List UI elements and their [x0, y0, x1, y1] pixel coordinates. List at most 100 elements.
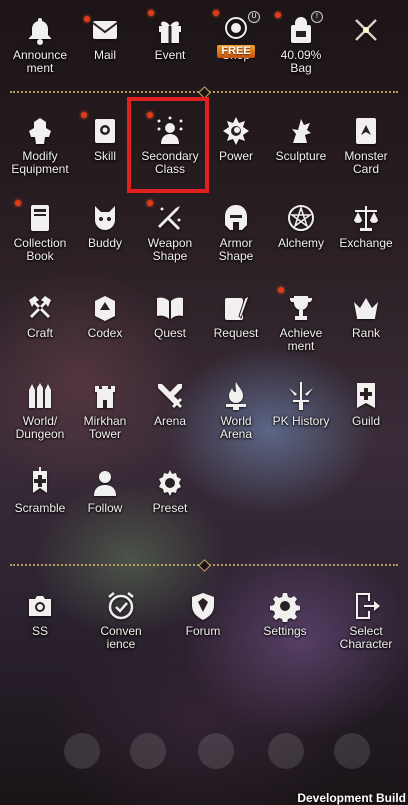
menu-item-label: Armor Shape	[218, 236, 254, 263]
menu-item-close[interactable]	[330, 14, 402, 49]
guild-banner-icon	[350, 380, 382, 412]
menu-item-request[interactable]: Request	[200, 292, 272, 340]
menu-item-label: Forum	[185, 624, 221, 638]
notification-dot	[213, 10, 219, 16]
menu-item-ss[interactable]: SS	[4, 590, 76, 638]
quickslot-ghost	[198, 733, 234, 769]
alarm-clock-icon	[105, 590, 137, 622]
menu-item-buddy[interactable]: Buddy	[69, 202, 141, 250]
menu-item-label: World Arena	[219, 414, 253, 441]
shop-icon	[220, 14, 252, 46]
hammers-icon	[24, 292, 56, 324]
monster-card-icon	[350, 115, 382, 147]
menu-item-40-09-bag[interactable]: 40.09% Bag	[265, 14, 337, 75]
menu-item-codex[interactable]: Codex	[69, 292, 141, 340]
menu-item-announce-ment[interactable]: Announce ment	[4, 14, 76, 75]
menu-item-guild[interactable]: Guild	[330, 380, 402, 428]
menu-item-label: Mirkhan Tower	[83, 414, 127, 441]
gift-icon	[154, 14, 186, 46]
menu-item-craft[interactable]: Craft	[4, 292, 76, 340]
bag-capacity-label: 40.09% Bag	[280, 48, 322, 75]
swords-sparkle-icon	[154, 202, 186, 234]
menu-item-weapon-shape[interactable]: Weapon Shape	[134, 202, 206, 263]
menu-item-power[interactable]: Power	[200, 115, 272, 163]
menu-item-follow[interactable]: Follow	[69, 467, 141, 515]
menu-item-label: Buddy	[87, 236, 123, 250]
notification-dot	[148, 10, 154, 16]
quickslot-ghost	[130, 733, 166, 769]
menu-item-settings[interactable]: Settings	[249, 590, 321, 638]
menu-item-label: Scramble	[14, 501, 66, 515]
flame-brazier-icon	[220, 380, 252, 412]
menu-item-label: Quest	[153, 326, 186, 340]
menu-item-label: Craft	[26, 326, 53, 340]
menu-item-label: Request	[213, 326, 259, 340]
menu-item-alchemy[interactable]: Alchemy	[265, 202, 337, 250]
menu-item-event[interactable]: Event	[134, 14, 206, 62]
selection-highlight	[127, 97, 209, 193]
exit-door-icon	[350, 590, 382, 622]
menu-item-monster-card[interactable]: Monster Card	[330, 115, 402, 176]
menu-item-label: Power	[218, 149, 253, 163]
menu-item-world-dungeon[interactable]: World/ Dungeon	[4, 380, 76, 441]
quickslot-ghost	[334, 733, 370, 769]
menu-item-label: Event	[154, 48, 186, 62]
power-icon	[220, 115, 252, 147]
menu-item-forum[interactable]: Forum	[167, 590, 239, 638]
menu-item-quest[interactable]: Quest	[134, 292, 206, 340]
open-book-icon	[154, 292, 186, 324]
menu-item-label: Arena	[153, 414, 187, 428]
user-add-icon	[89, 467, 121, 499]
menu-item-label: Guild	[351, 414, 380, 428]
menu-item-world-arena[interactable]: World Arena	[200, 380, 272, 441]
codex-icon	[89, 292, 121, 324]
quickslot-ghost	[268, 733, 304, 769]
menu-item-modify-equipment[interactable]: Modify Equipment	[4, 115, 76, 176]
menu-item-pk-history[interactable]: PK History	[265, 380, 337, 428]
menu-item-armor-shape[interactable]: Armor Shape	[200, 202, 272, 263]
menu-item-achieve-ment[interactable]: Achieve ment	[265, 292, 337, 353]
menu-item-select-character[interactable]: Select Character	[330, 590, 402, 651]
menu-item-label: Mail	[93, 48, 116, 62]
trophy-icon	[285, 292, 317, 324]
menu-item-label: Preset	[152, 501, 188, 515]
menu-item-preset[interactable]: Preset	[134, 467, 206, 515]
notification-dot	[15, 200, 21, 206]
scales-icon	[350, 202, 382, 234]
menu-item-label: Modify Equipment	[11, 149, 69, 176]
menu-item-conven-ience[interactable]: Conven ience	[85, 590, 157, 651]
menu-item-collection-book[interactable]: Collection Book	[4, 202, 76, 263]
shield-crest-icon	[187, 590, 219, 622]
menu-item-sculpture[interactable]: Sculpture	[265, 115, 337, 163]
menu-item-label: SS	[31, 624, 48, 638]
menu-item-label: Settings	[263, 624, 307, 638]
gear-icon	[269, 590, 301, 622]
notification-dot	[81, 112, 87, 118]
menu-item-rank[interactable]: Rank	[330, 292, 402, 340]
menu-item-label: Collection Book	[13, 236, 67, 263]
pentagram-icon	[285, 202, 317, 234]
cat-icon	[89, 202, 121, 234]
menu-item-scramble[interactable]: Scramble	[4, 467, 76, 515]
menu-item-label: Conven ience	[100, 624, 142, 651]
menu-item-label: World/ Dungeon	[15, 414, 65, 441]
menu-item-label: Announce ment	[12, 48, 68, 75]
status-badge: U	[248, 11, 260, 23]
status-badge: !	[311, 11, 323, 23]
menu-item-arena[interactable]: Arena	[134, 380, 206, 428]
collection-book-icon	[24, 202, 56, 234]
menu-item-mail[interactable]: Mail	[69, 14, 141, 62]
menu-item-label: Weapon Shape	[147, 236, 193, 263]
pk-sword-icon	[285, 380, 317, 412]
menu-item-label: Exchange	[339, 236, 393, 250]
development-build-label: Development Build	[297, 791, 406, 805]
menu-item-label: Achieve ment	[279, 326, 323, 353]
tower-icon	[89, 380, 121, 412]
menu-item-label: Follow	[87, 501, 123, 515]
menu-item-mirkhan-tower[interactable]: Mirkhan Tower	[69, 380, 141, 441]
top-divider	[10, 86, 398, 99]
menu-item-label: Codex	[87, 326, 123, 340]
notification-dot	[147, 200, 153, 206]
camera-icon	[24, 590, 56, 622]
menu-item-exchange[interactable]: Exchange	[330, 202, 402, 250]
